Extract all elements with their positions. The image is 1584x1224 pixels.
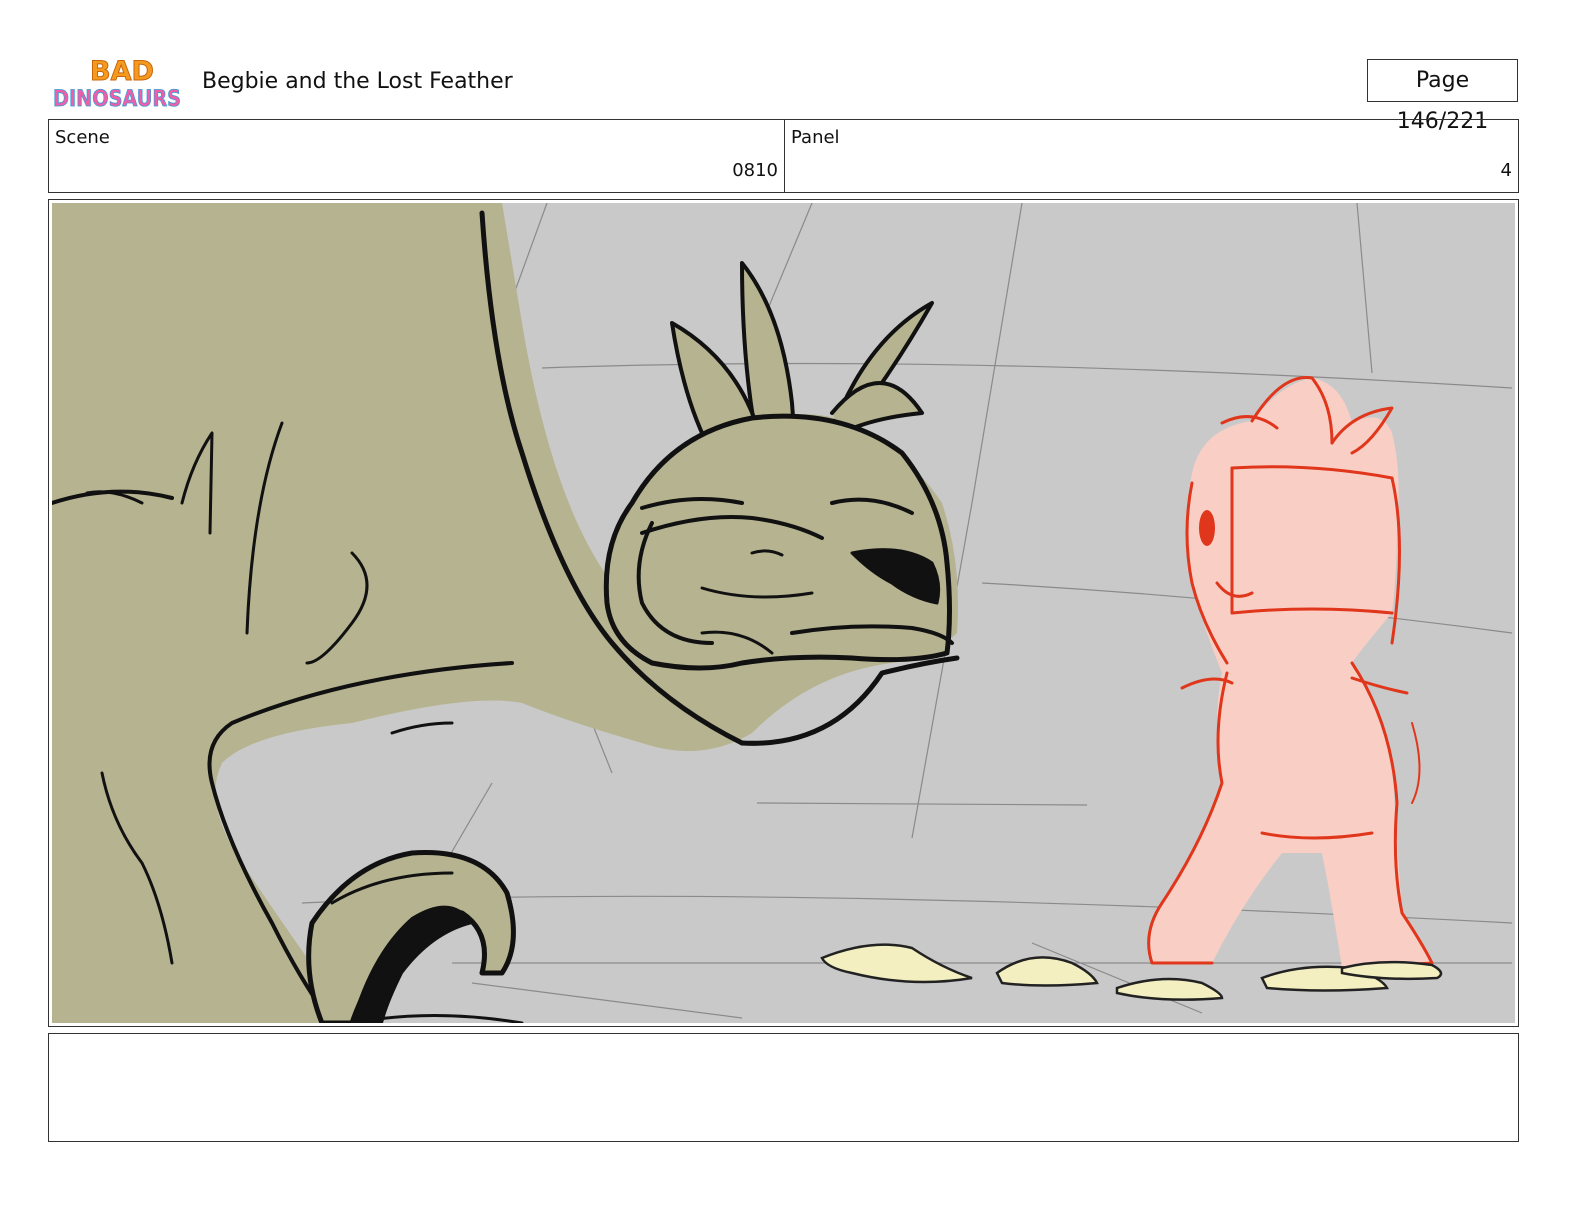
page-indicator: Page 146/221 — [1367, 59, 1518, 134]
scene-panel-info: Scene 0810 Panel 4 — [48, 119, 1519, 193]
panel-number: 4 — [1500, 160, 1512, 181]
panel-cell: Panel 4 — [785, 120, 1518, 192]
bad-dinosaurs-logo: BAD DINOSAURS — [52, 54, 184, 113]
document-title: Begbie and the Lost Feather — [202, 69, 513, 94]
svg-text:DINOSAURS: DINOSAURS — [53, 87, 181, 112]
svg-text:BAD: BAD — [90, 56, 154, 87]
notes-box — [48, 1033, 1519, 1142]
storyboard-frame — [48, 199, 1519, 1027]
scene-cell: Scene 0810 — [49, 120, 785, 192]
storyboard-drawing — [52, 203, 1515, 1023]
scene-label: Scene — [55, 127, 110, 148]
scene-number: 0810 — [732, 160, 778, 181]
panel-label: Panel — [791, 127, 840, 148]
